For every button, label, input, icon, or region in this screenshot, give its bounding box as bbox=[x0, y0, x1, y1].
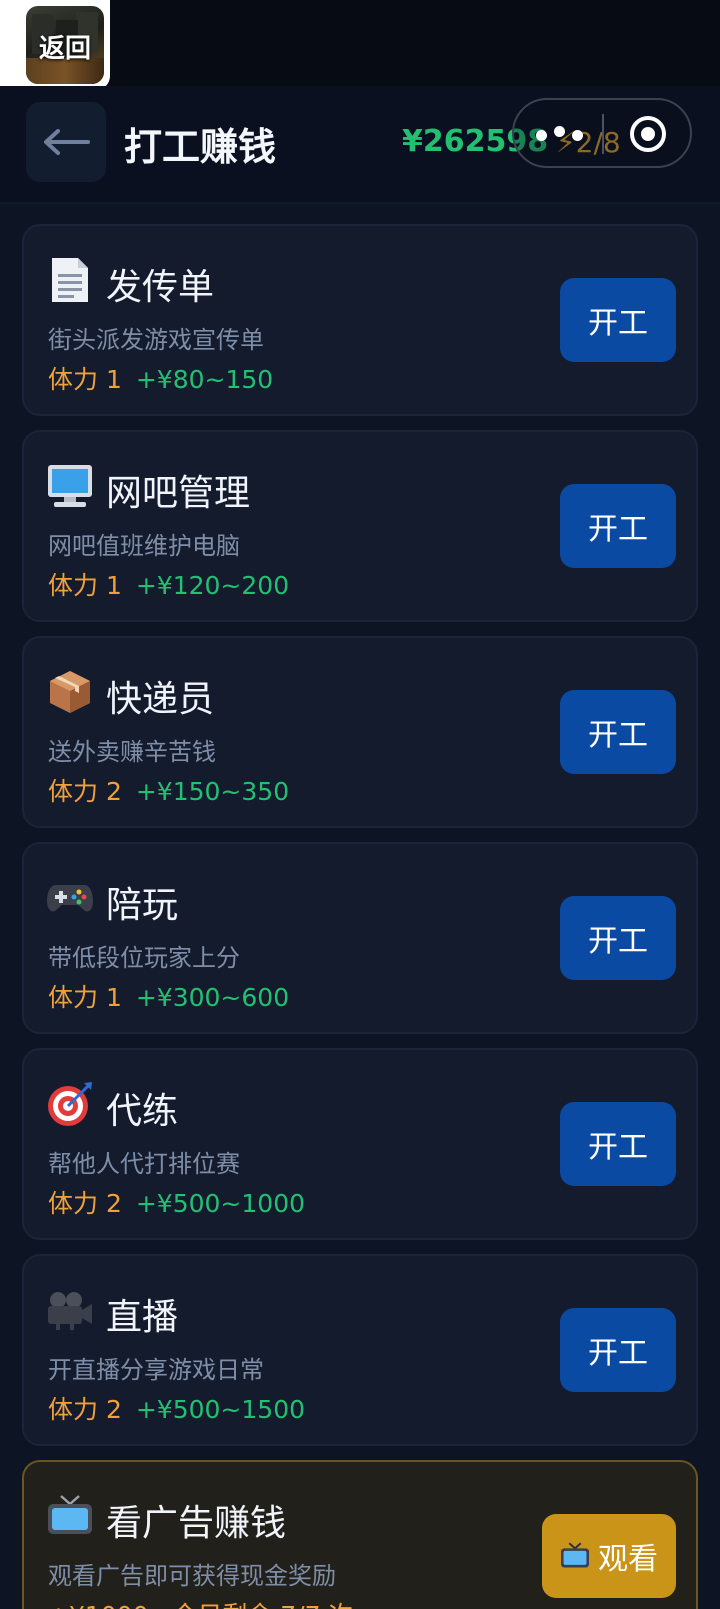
camera-icon bbox=[46, 1286, 94, 1334]
job-name: 代练 bbox=[106, 1091, 179, 1132]
job-name: 网吧管理 bbox=[106, 473, 251, 514]
watch-ad-button[interactable]: 观看 bbox=[542, 1514, 676, 1598]
start-work-button[interactable]: 开工 bbox=[560, 1102, 676, 1186]
ad-description: 观看广告即可获得现金奖励 bbox=[48, 1562, 336, 1590]
job-meta: 体力 2 +¥500~1000 bbox=[48, 1184, 305, 1220]
watch-ad-label: 观看 bbox=[598, 1542, 658, 1577]
reward-range: +¥150~350 bbox=[135, 777, 290, 806]
computer-icon bbox=[46, 462, 94, 510]
back-button[interactable] bbox=[26, 102, 106, 182]
job-meta: 体力 1 +¥80~150 bbox=[48, 360, 273, 396]
job-name: 快递员 bbox=[106, 679, 215, 720]
job-description: 街头派发游戏宣传单 bbox=[48, 326, 264, 354]
reward-range: +¥80~150 bbox=[135, 365, 274, 394]
job-description: 网吧值班维护电脑 bbox=[48, 532, 240, 560]
target-icon bbox=[46, 1080, 94, 1128]
ad-title: 看广告赚钱 bbox=[106, 1503, 287, 1544]
stamina-cost: 体力 2 bbox=[48, 1395, 122, 1424]
job-card: 快递员 送外卖赚辛苦钱 体力 2 +¥150~350 开工 bbox=[22, 636, 698, 828]
close-target-icon[interactable] bbox=[628, 114, 668, 154]
reward-range: +¥500~1000 bbox=[135, 1189, 305, 1218]
job-card: 代练 帮他人代打排位赛 体力 2 +¥500~1000 开工 bbox=[22, 1048, 698, 1240]
job-card: 发传单 街头派发游戏宣传单 体力 1 +¥80~150 开工 bbox=[22, 224, 698, 416]
job-card: 陪玩 带低段位玩家上分 体力 1 +¥300~600 开工 bbox=[22, 842, 698, 1034]
start-work-button[interactable]: 开工 bbox=[560, 484, 676, 568]
package-icon bbox=[46, 668, 94, 716]
stamina-cost: 体力 1 bbox=[48, 983, 122, 1012]
ad-reward-info: +¥1000 · 今日剩余 7/7 次 bbox=[48, 1596, 353, 1609]
miniprogram-capsule bbox=[512, 98, 692, 168]
job-name: 直播 bbox=[106, 1297, 179, 1338]
reward-range: +¥500~1500 bbox=[135, 1395, 305, 1424]
job-card: 直播 开直播分享游戏日常 体力 2 +¥500~1500 开工 bbox=[22, 1254, 698, 1446]
start-work-button[interactable]: 开工 bbox=[560, 896, 676, 980]
job-name: 陪玩 bbox=[106, 885, 179, 926]
job-meta: 体力 1 +¥300~600 bbox=[48, 978, 289, 1014]
job-description: 帮他人代打排位赛 bbox=[48, 1150, 240, 1178]
gamepad-icon bbox=[46, 874, 94, 922]
stamina-cost: 体力 1 bbox=[48, 365, 122, 394]
job-meta: 体力 2 +¥150~350 bbox=[48, 772, 289, 808]
stamina-cost: 体力 2 bbox=[48, 1189, 122, 1218]
job-description: 开直播分享游戏日常 bbox=[48, 1356, 264, 1384]
arrow-left-icon bbox=[44, 129, 90, 155]
more-menu-icon[interactable] bbox=[536, 118, 586, 148]
job-description: 送外卖赚辛苦钱 bbox=[48, 738, 216, 766]
job-description: 带低段位玩家上分 bbox=[48, 944, 240, 972]
job-meta: 体力 1 +¥120~200 bbox=[48, 566, 289, 602]
game-thumbnail-image: 返回 bbox=[26, 6, 104, 84]
reward-range: +¥120~200 bbox=[135, 571, 290, 600]
tv-icon bbox=[561, 1542, 589, 1568]
tv-icon bbox=[46, 1492, 94, 1540]
back-thumbnail-label: 返回 bbox=[38, 34, 91, 64]
page-title: 打工赚钱 bbox=[124, 125, 277, 169]
reward-range: +¥300~600 bbox=[135, 983, 290, 1012]
job-list: 发传单 街头派发游戏宣传单 体力 1 +¥80~150 开工 网吧管理 网吧值班维… bbox=[22, 224, 698, 1609]
stamina-cost: 体力 1 bbox=[48, 571, 122, 600]
job-name: 发传单 bbox=[106, 267, 215, 308]
start-work-button[interactable]: 开工 bbox=[560, 1308, 676, 1392]
start-work-button[interactable]: 开工 bbox=[560, 278, 676, 362]
job-meta: 体力 2 +¥500~1500 bbox=[48, 1390, 305, 1426]
capsule-divider bbox=[602, 114, 604, 154]
ad-reward-card: 看广告赚钱 观看广告即可获得现金奖励 +¥1000 · 今日剩余 7/7 次 观… bbox=[22, 1460, 698, 1609]
start-work-button[interactable]: 开工 bbox=[560, 690, 676, 774]
back-thumbnail-button[interactable]: 返回 bbox=[0, 0, 110, 90]
page-header: 打工赚钱 ¥262598 ⚡2/8 bbox=[0, 86, 720, 204]
document-icon bbox=[46, 256, 94, 304]
job-card: 网吧管理 网吧值班维护电脑 体力 1 +¥120~200 开工 bbox=[22, 430, 698, 622]
stamina-cost: 体力 2 bbox=[48, 777, 122, 806]
